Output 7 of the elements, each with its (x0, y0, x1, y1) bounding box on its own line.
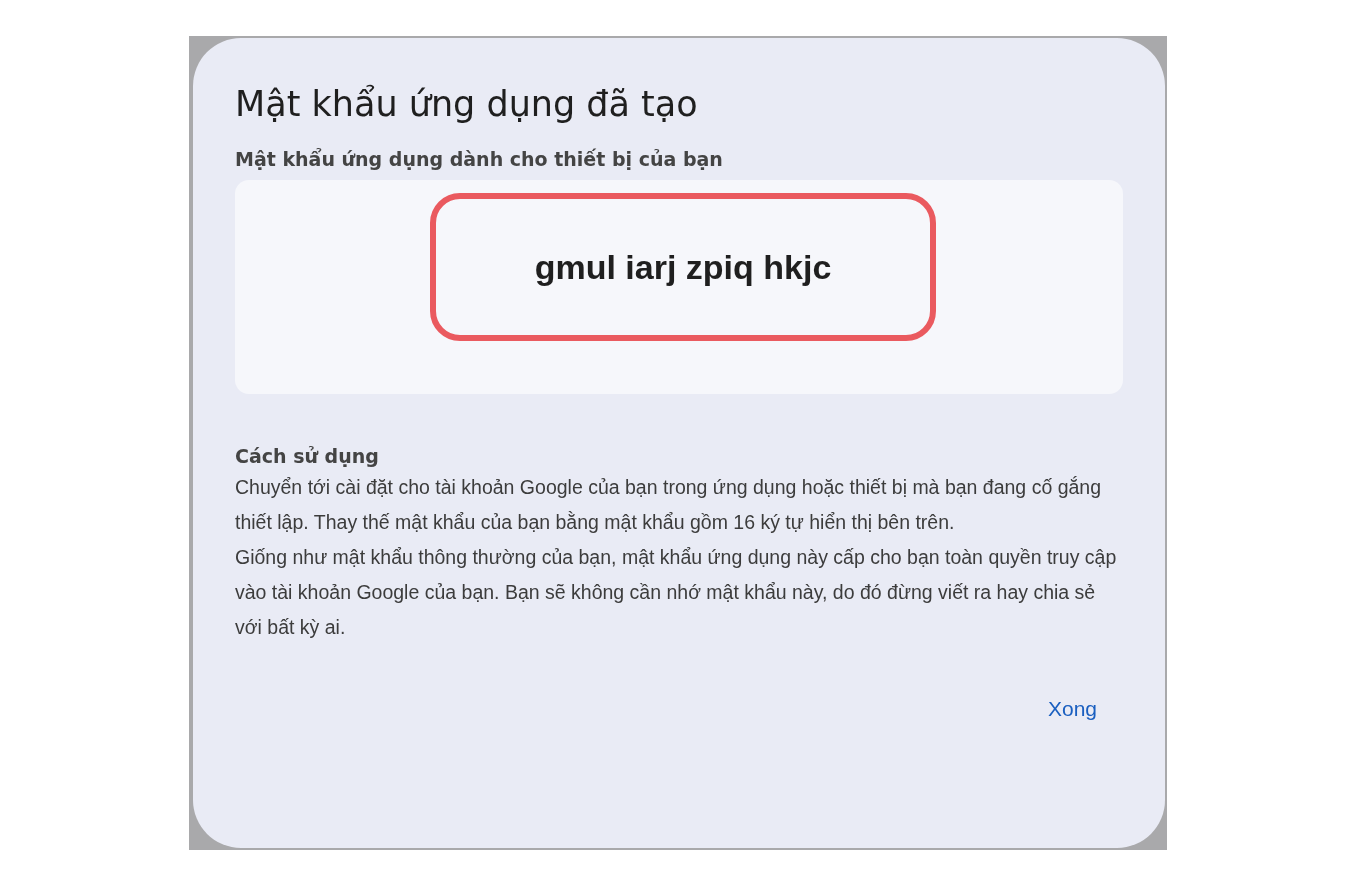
done-button[interactable]: Xong (1023, 689, 1121, 729)
dialog-title: Mật khẩu ứng dụng đã tạo (235, 83, 699, 126)
usage-paragraph: Giống như mật khẩu thông thường của bạn, mật khẩu ứng dụng này cấp cho bạn toàn quyền truy cập vào tài khoản Google của bạn. Bạn sẽ không cần nhớ mật khẩu này, do đó đừng viết ra hay chia sẻ với bất kỳ ai. (235, 545, 1118, 640)
password-label: Mật khẩu ứng dụng dành cho thiết bị của bạn (235, 148, 724, 170)
app-password: gmul iarj zpiq hkjc (534, 247, 832, 287)
usage-heading: Cách sử dụng (235, 444, 380, 469)
usage-paragraph: Chuyển tới cài đặt cho tài khoản Google của bạn trong ứng dụng hoặc thiết bị mà bạn đang cố gắng thiết lập. Thay thế mật khẩu của bạn bằng mật khẩu gồm 16 ký tự hiển thị bên trên. (235, 475, 1103, 535)
